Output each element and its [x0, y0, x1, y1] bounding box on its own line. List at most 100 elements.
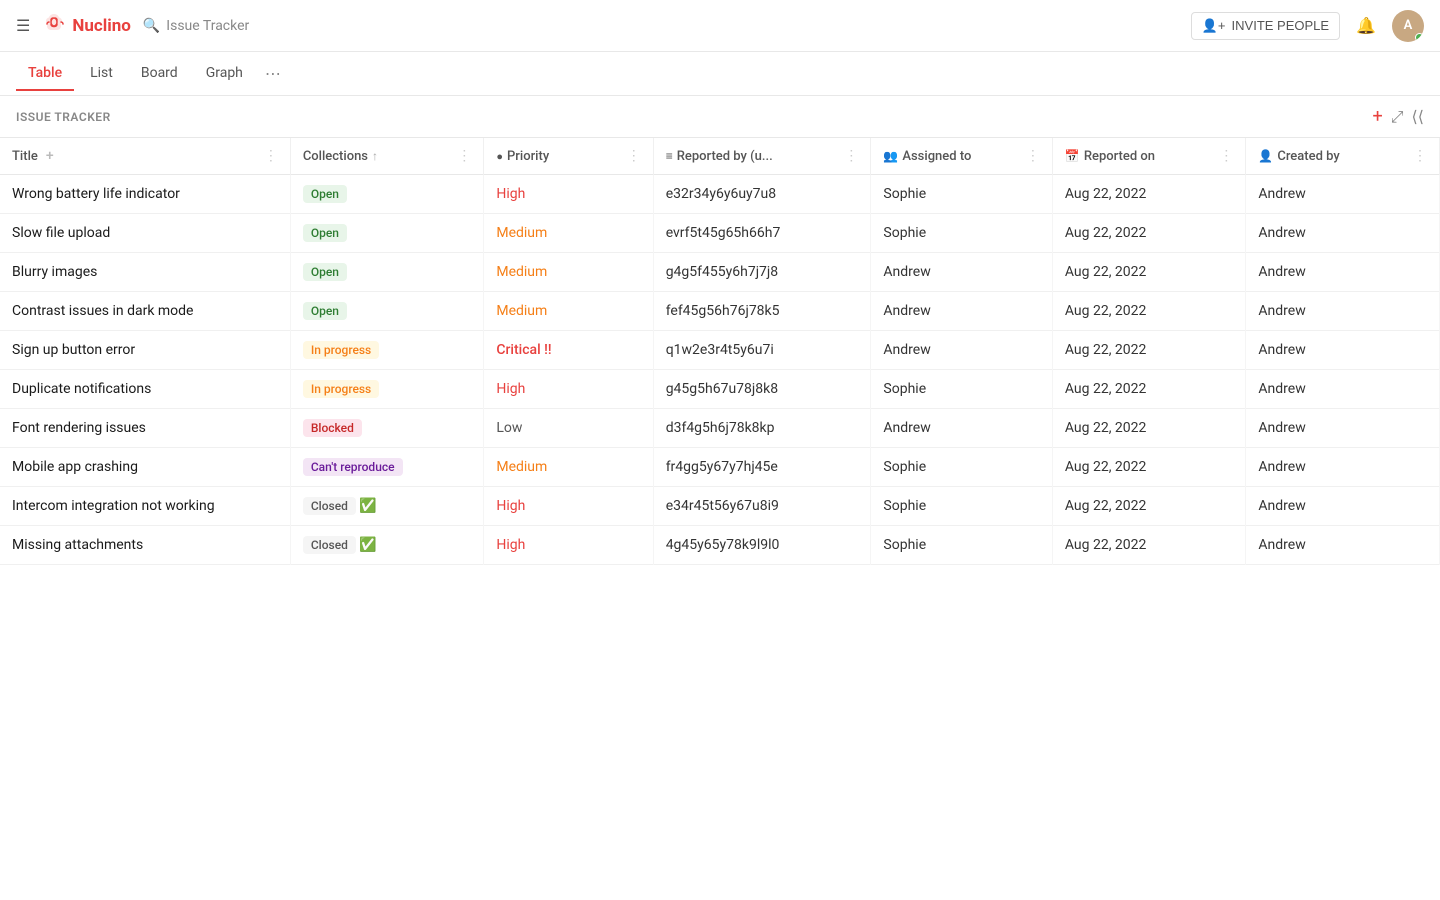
table-row: Blurry imagesOpenMediumg4g5f455y6h7j7j8A… — [0, 253, 1440, 292]
search-bar[interactable]: 🔍 Issue Tracker — [143, 18, 249, 34]
table-wrapper: Title + ⋮ Collections ↑ ⋮ ● Priority — [0, 138, 1440, 565]
priority-cell: Medium — [484, 214, 653, 253]
add-title-icon[interactable]: + — [46, 148, 54, 164]
reported-by-cell: e32r34y6y6uy7u8 — [653, 175, 871, 214]
col-header-collections: Collections ↑ ⋮ — [290, 138, 484, 175]
issue-title-cell[interactable]: Contrast issues in dark mode — [0, 292, 290, 331]
collection-cell: Closed ✅ — [290, 487, 484, 526]
priority-cell: Critical ‼ — [484, 331, 653, 370]
priority-dot-icon: ● — [496, 150, 503, 163]
created-by-cell: Andrew — [1246, 448, 1440, 487]
logo: Nuclino — [42, 11, 131, 41]
issue-title-cell[interactable]: Duplicate notifications — [0, 370, 290, 409]
reported-on-col-menu-icon[interactable]: ⋮ — [1219, 148, 1233, 164]
title-col-menu-icon[interactable]: ⋮ — [264, 148, 278, 164]
tracker-actions: + ⤢ ⟨⟨ — [1372, 106, 1424, 127]
critical-text: Critical — [496, 342, 540, 358]
col-header-reported-on: 📅 Reported on ⋮ — [1052, 138, 1246, 175]
reported-by-cell: fef45g56h76j78k5 — [653, 292, 871, 331]
issue-title-cell[interactable]: Font rendering issues — [0, 409, 290, 448]
created-by-person-icon: 👤 — [1258, 149, 1273, 163]
collection-cell: Open — [290, 292, 484, 331]
reported-on-label: Reported on — [1084, 149, 1155, 164]
collection-cell: Blocked — [290, 409, 484, 448]
assigned-to-cell: Andrew — [871, 253, 1052, 292]
logo-brain-icon — [42, 11, 66, 41]
created-by-cell: Andrew — [1246, 487, 1440, 526]
issue-title-cell[interactable]: Sign up button error — [0, 331, 290, 370]
tab-list[interactable]: List — [78, 57, 125, 91]
issue-title-cell[interactable]: Mobile app crashing — [0, 448, 290, 487]
issue-title-cell[interactable]: Intercom integration not working — [0, 487, 290, 526]
priority-cell: Medium — [484, 448, 653, 487]
assigned-to-col-menu-icon[interactable]: ⋮ — [1026, 148, 1040, 164]
collection-cell: Can't reproduce — [290, 448, 484, 487]
priority-cell: High — [484, 526, 653, 565]
avatar[interactable]: A — [1392, 10, 1424, 42]
issue-title-cell[interactable]: Blurry images — [0, 253, 290, 292]
created-by-cell: Andrew — [1246, 214, 1440, 253]
table-header-row: Title + ⋮ Collections ↑ ⋮ ● Priority — [0, 138, 1440, 175]
tab-graph[interactable]: Graph — [194, 57, 255, 91]
reported-by-cell: q1w2e3r4t5y6u7i — [653, 331, 871, 370]
reported-by-cell: d3f4g5h6j78k8kp — [653, 409, 871, 448]
assigned-to-cell: Andrew — [871, 331, 1052, 370]
collections-col-menu-icon[interactable]: ⋮ — [457, 148, 471, 164]
reported-on-cell: Aug 22, 2022 — [1052, 487, 1246, 526]
notifications-bell-icon[interactable]: 🔔 — [1356, 16, 1376, 35]
collection-cell: In progress — [290, 331, 484, 370]
table-row: Mobile app crashingCan't reproduceMedium… — [0, 448, 1440, 487]
table-row: Intercom integration not workingClosed ✅… — [0, 487, 1440, 526]
tab-more-icon[interactable]: ⋯ — [259, 56, 287, 91]
reported-by-cell: fr4gg5y67y7hj45e — [653, 448, 871, 487]
created-by-cell: Andrew — [1246, 253, 1440, 292]
invite-people-button[interactable]: 👤+ INVITE PEOPLE — [1191, 12, 1340, 40]
assigned-to-cell: Sophie — [871, 214, 1052, 253]
invite-label: INVITE PEOPLE — [1232, 18, 1330, 33]
col-header-title: Title + ⋮ — [0, 138, 290, 175]
tracker-header: ISSUE TRACKER + ⤢ ⟨⟨ — [0, 96, 1440, 138]
priority-cell: Medium — [484, 292, 653, 331]
hamburger-icon[interactable]: ☰ — [16, 16, 30, 35]
reported-by-col-menu-icon[interactable]: ⋮ — [844, 148, 858, 164]
reported-on-cell: Aug 22, 2022 — [1052, 253, 1246, 292]
tracker-title: ISSUE TRACKER — [16, 110, 1372, 124]
reported-on-cell: Aug 22, 2022 — [1052, 175, 1246, 214]
issue-title-cell[interactable]: Wrong battery life indicator — [0, 175, 290, 214]
issue-title-cell[interactable]: Slow file upload — [0, 214, 290, 253]
collection-cell: Closed ✅ — [290, 526, 484, 565]
avatar-initials: A — [1404, 18, 1413, 33]
reported-by-cell: evrf5t45g65h66h7 — [653, 214, 871, 253]
navbar: ☰ Nuclino 🔍 Issue Tracker 👤+ INVITE PEOP… — [0, 0, 1440, 52]
table-row: Font rendering issuesBlockedLowd3f4g5h6j… — [0, 409, 1440, 448]
reported-on-cell: Aug 22, 2022 — [1052, 331, 1246, 370]
collection-cell: Open — [290, 175, 484, 214]
title-label: Title — [12, 149, 38, 164]
reported-by-cell: e34r45t56y67u8i9 — [653, 487, 871, 526]
assigned-to-cell: Sophie — [871, 370, 1052, 409]
search-icon: 🔍 — [143, 18, 160, 34]
view-tabs: Table List Board Graph ⋯ — [0, 52, 1440, 96]
priority-col-menu-icon[interactable]: ⋮ — [627, 148, 641, 164]
created-by-col-menu-icon[interactable]: ⋮ — [1413, 148, 1427, 164]
navbar-left: ☰ Nuclino 🔍 Issue Tracker — [16, 11, 1179, 41]
issue-title-cell[interactable]: Missing attachments — [0, 526, 290, 565]
tab-board[interactable]: Board — [129, 57, 190, 91]
assigned-to-cell: Sophie — [871, 526, 1052, 565]
created-by-cell: Andrew — [1246, 292, 1440, 331]
closed-check-icon: ✅ — [356, 537, 377, 553]
add-row-icon[interactable]: + — [1372, 106, 1382, 127]
expand-icon[interactable]: ⤢ — [1391, 107, 1404, 127]
table-body: Wrong battery life indicatorOpenHighe32r… — [0, 175, 1440, 565]
assigned-to-cell: Andrew — [871, 292, 1052, 331]
online-status-dot — [1415, 33, 1424, 42]
tab-table[interactable]: Table — [16, 57, 74, 91]
reported-on-calendar-icon: 📅 — [1065, 149, 1080, 163]
priority-cell: Low — [484, 409, 653, 448]
col-header-created-by: 👤 Created by ⋮ — [1246, 138, 1440, 175]
collapse-icon[interactable]: ⟨⟨ — [1412, 107, 1424, 126]
collections-sort-icon[interactable]: ↑ — [372, 149, 378, 163]
assigned-to-cell: Sophie — [871, 448, 1052, 487]
reported-on-cell: Aug 22, 2022 — [1052, 448, 1246, 487]
assigned-to-label: Assigned to — [902, 149, 971, 164]
